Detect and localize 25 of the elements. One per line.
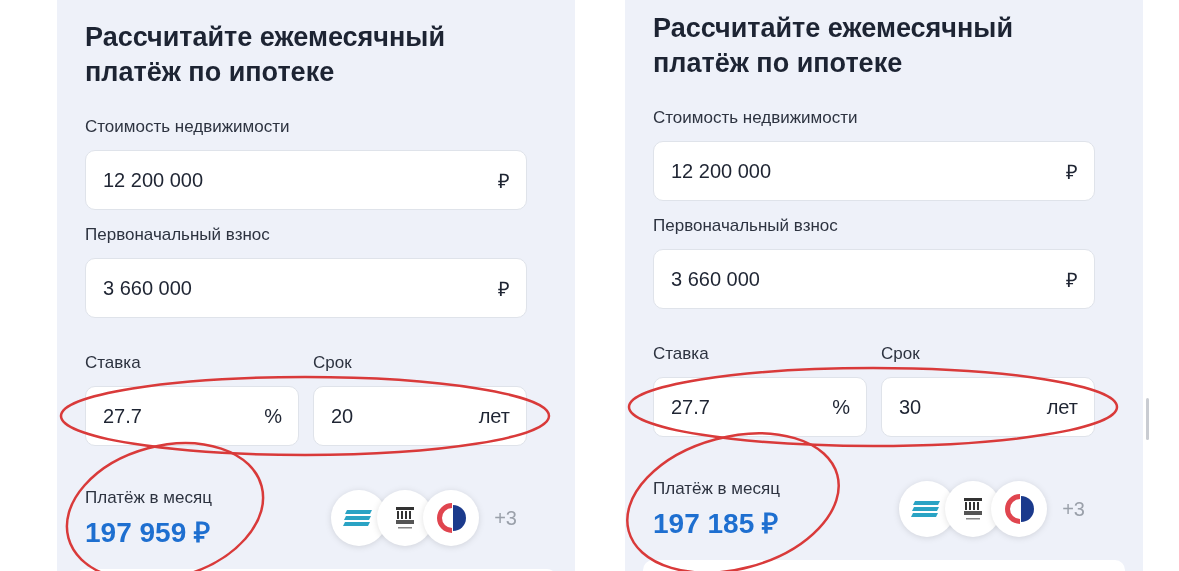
field-label: Стоимость недвижимости (653, 107, 858, 129)
input-field[interactable]: 3 660 000 ₽ (85, 258, 527, 318)
input-field[interactable]: 20 лет (313, 386, 527, 446)
input-field[interactable]: 3 660 000 ₽ (653, 249, 1095, 309)
more-banks-count: +3 (1062, 497, 1085, 521)
field-label: Ставка (85, 352, 141, 374)
field-label: Первоначальный взнос (653, 215, 838, 237)
field-label: Стоимость недвижимости (85, 116, 290, 138)
calculator-title: Рассчитайте ежемесячный платёж по ипотеке (85, 21, 446, 89)
input-field[interactable]: 27.7 % (653, 377, 867, 437)
more-banks-count: +3 (494, 506, 517, 530)
calculator-title: Рассчитайте ежемесячный платёж по ипотеке (653, 12, 1014, 80)
scrollbar (1146, 398, 1149, 440)
payment-label: Платёж в месяц (653, 478, 780, 500)
input-field[interactable]: 30 лет (881, 377, 1095, 437)
input-field[interactable]: 27.7 % (85, 386, 299, 446)
input-field[interactable]: 12 200 000 ₽ (653, 141, 1095, 201)
payment-amount: 197 185 ₽ (653, 508, 778, 540)
payment-amount: 197 959 ₽ (85, 517, 210, 549)
input-field[interactable]: 12 200 000 ₽ (85, 150, 527, 210)
payment-label: Платёж в месяц (85, 487, 212, 509)
field-label: Срок (881, 343, 920, 365)
field-label: Срок (313, 352, 352, 374)
field-label: Первоначальный взнос (85, 224, 270, 246)
field-label: Ставка (653, 343, 709, 365)
